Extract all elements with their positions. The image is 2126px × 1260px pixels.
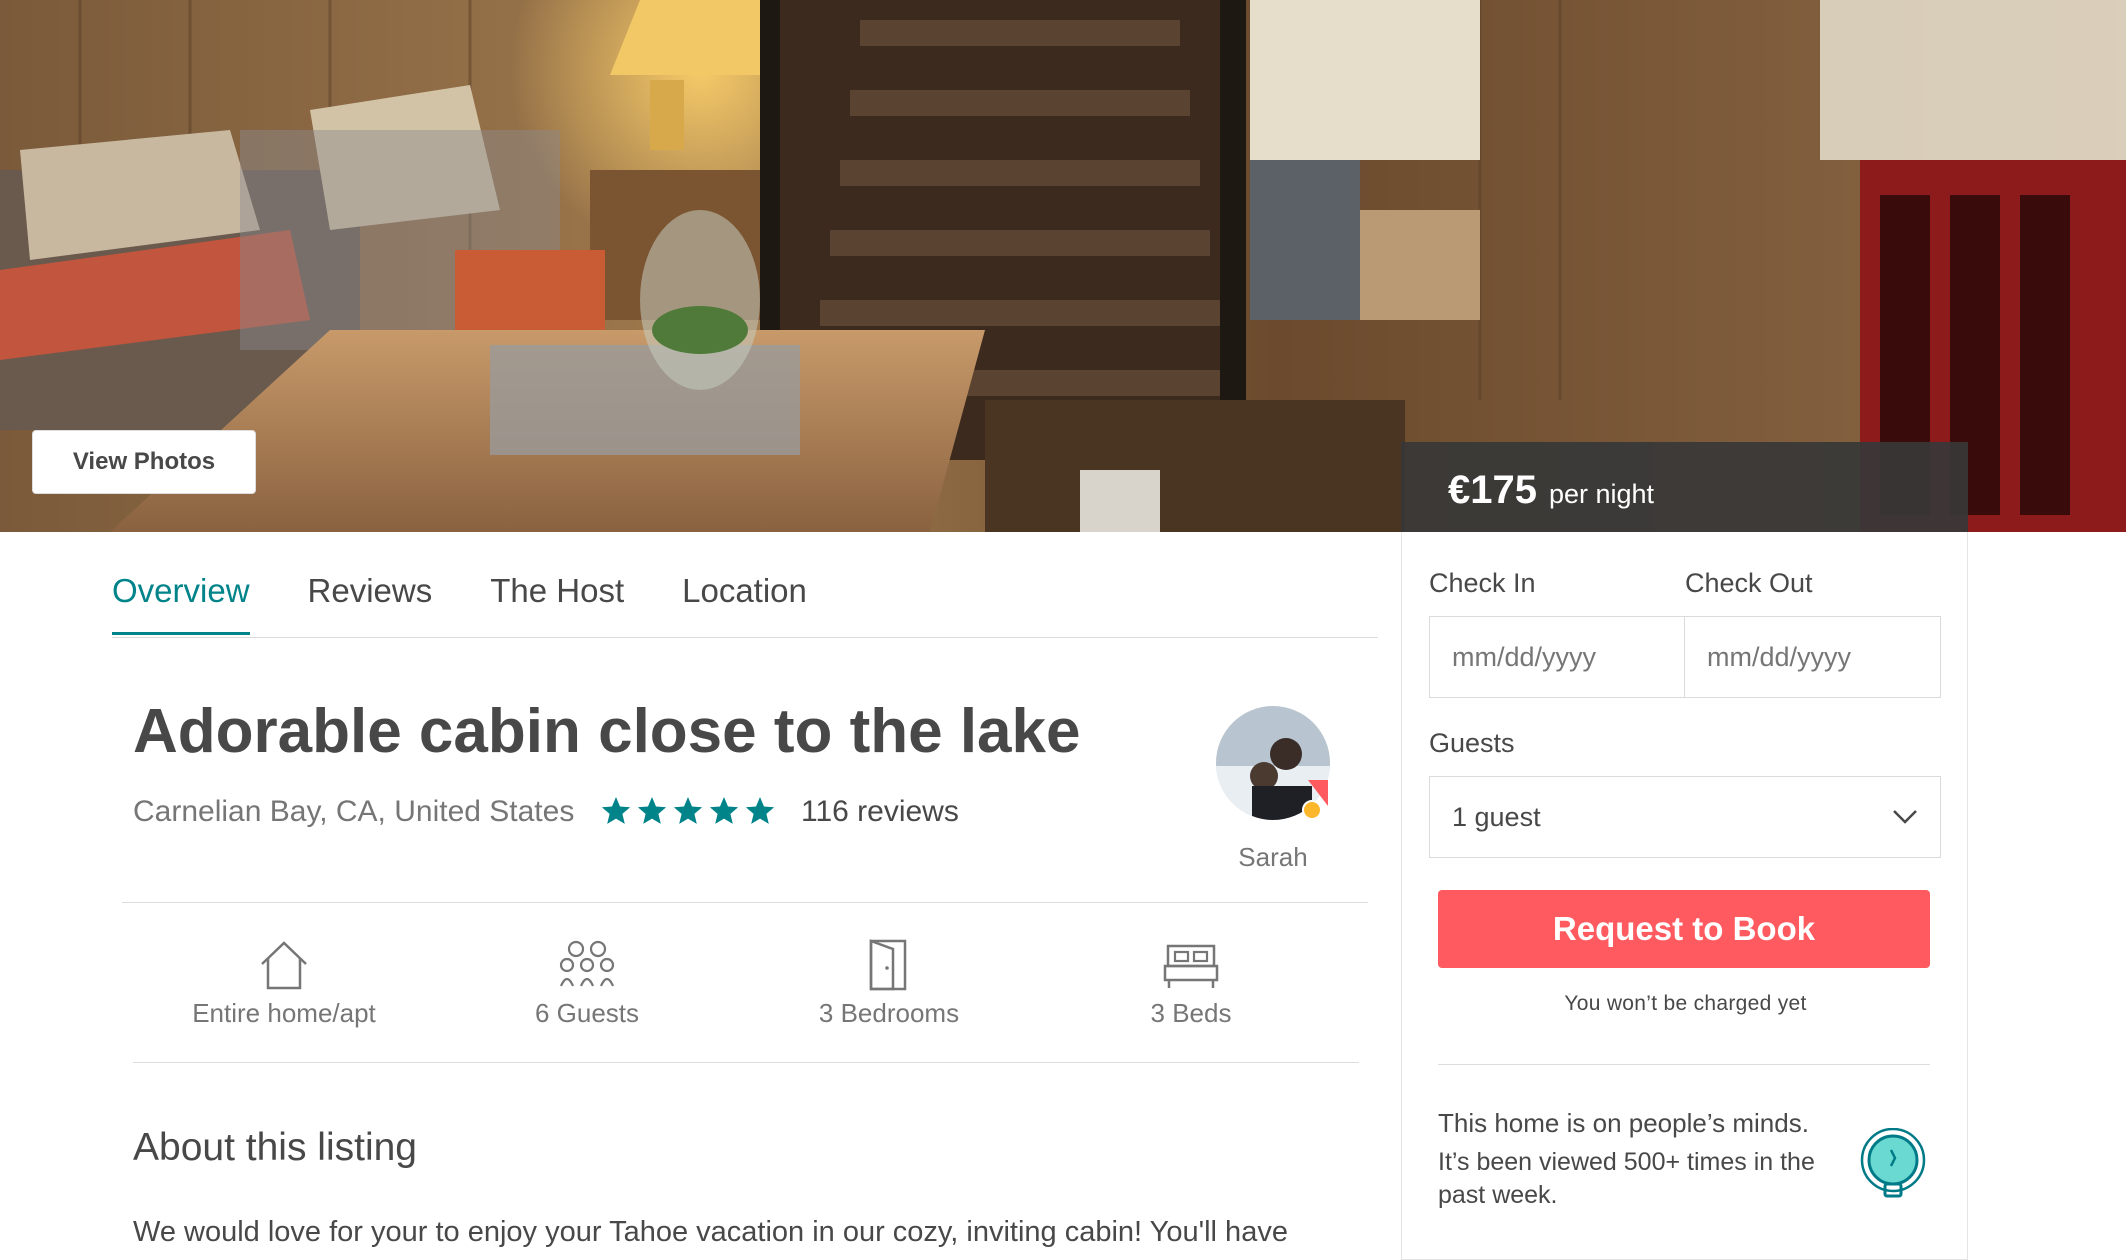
amenity-beds: 3 Beds [1071,938,1311,1029]
tabs-divider [112,637,1378,638]
amenity-guests: 6 Guests [467,938,707,1029]
listing-location[interactable]: Carnelian Bay, CA, United States [133,795,574,829]
chevron-down-icon [1893,810,1917,824]
panel-divider [1438,1064,1930,1065]
not-charged-note: You won’t be charged yet [1564,992,1807,1015]
amenity-home-type: Entire home/apt [164,938,404,1029]
booking-panel: Check In Check Out Guests 1 guest Reques… [1401,532,1968,1260]
amenity-bedrooms: 3 Bedrooms [769,938,1009,1029]
tab-overview[interactable]: Overview [112,572,250,635]
bed-icon [1163,944,1219,988]
section-divider [122,902,1368,903]
check-in-input[interactable] [1430,617,1685,697]
guests-label: Guests [1429,728,1515,758]
amenity-label: Entire home/apt [192,998,376,1028]
rating-stars[interactable] [600,795,776,827]
about-heading: About this listing [133,1126,417,1169]
tab-reviews[interactable]: Reviews [308,572,433,635]
about-description: We would love for your to enjoy your Tah… [133,1216,1288,1248]
star-icon [709,797,739,824]
amenity-label: 6 Guests [534,998,640,1028]
guests-icon [559,940,615,987]
host-name[interactable]: Sarah [1216,842,1330,873]
amenity-label: 3 Beds [1150,998,1232,1028]
guests-value: 1 guest [1452,801,1541,832]
check-out-input[interactable] [1685,617,1940,697]
popularity-title: This home is on people’s minds. [1438,1108,1809,1138]
check-in-label: Check In [1429,568,1536,598]
house-icon [261,941,307,990]
check-out-label: Check Out [1685,568,1813,598]
door-icon [869,939,907,991]
lightbulb-icon [1860,1128,1926,1198]
tab-location[interactable]: Location [682,572,807,635]
price-bar: €175 per night [1401,442,1968,532]
listing-tabs: Overview Reviews The Host Location [112,572,865,635]
section-divider [133,1062,1359,1063]
star-icon [637,797,667,824]
star-icon [745,797,775,824]
price-unit: per night [1548,479,1655,509]
nightly-price: €175 [1448,468,1537,512]
listing-title: Adorable cabin close to the lake [133,697,1081,766]
star-icon [673,797,703,824]
amenity-label: 3 Bedrooms [818,998,960,1028]
guests-select[interactable]: 1 guest [1429,776,1941,858]
view-photos-button[interactable]: View Photos [32,430,256,494]
star-icon [601,797,631,824]
date-range-field [1429,616,1941,698]
popularity-text: It’s been viewed 500+ times in the past … [1438,1148,1815,1209]
request-to-book-button[interactable]: Request to Book [1438,890,1930,968]
reviews-count-link[interactable]: 116 reviews [801,795,959,829]
tab-the-host[interactable]: The Host [490,572,624,635]
host-avatar[interactable] [1216,706,1330,820]
